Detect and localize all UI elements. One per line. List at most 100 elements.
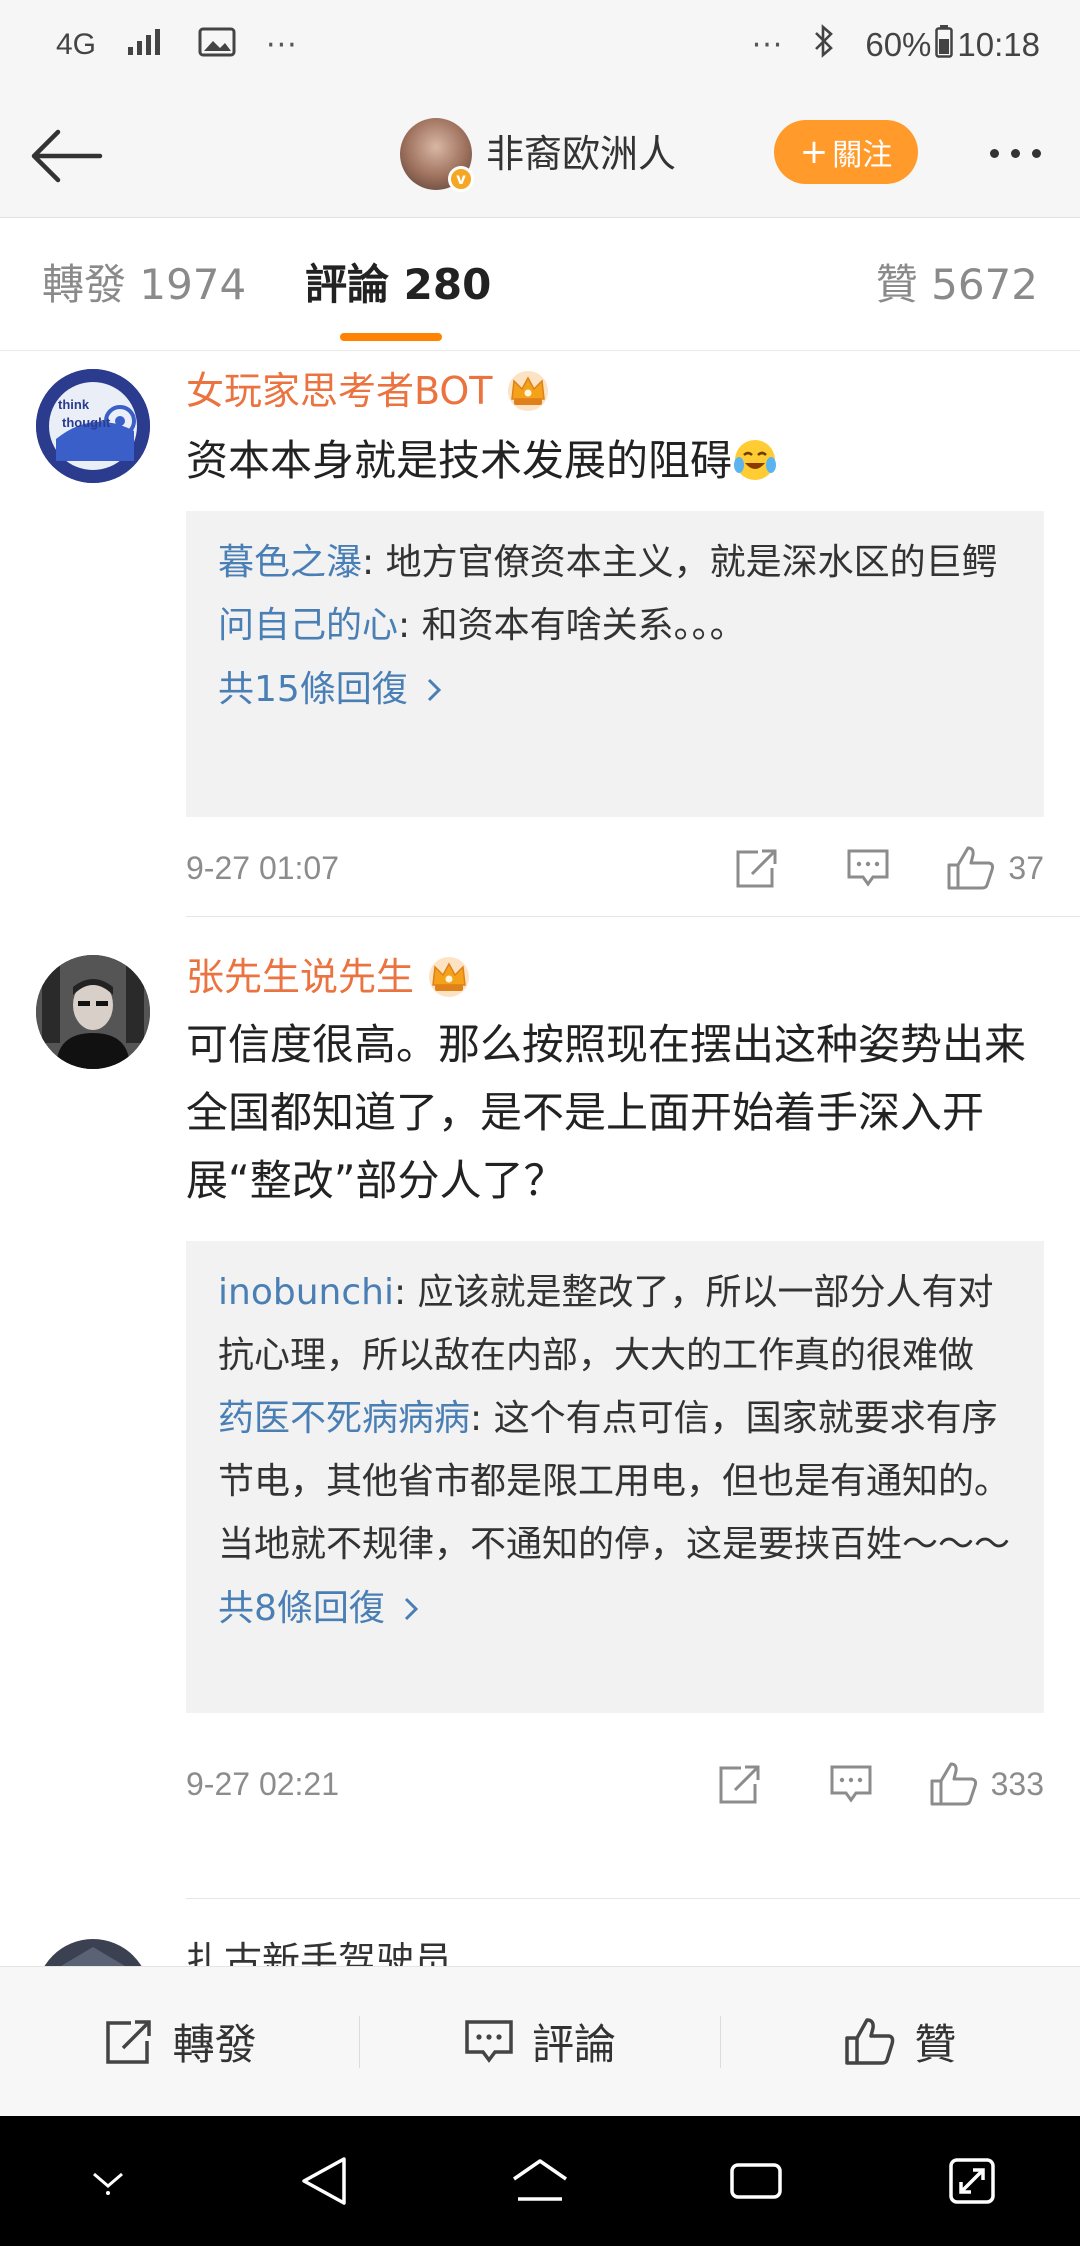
thumbs-up-icon — [930, 1762, 977, 1806]
status-left: 4G ··· — [56, 26, 298, 65]
comment-item: think thought 女玩家思考者BOT 资本本身就是技术发展的阻碍 暮色… — [0, 351, 1080, 917]
signal-icon — [126, 26, 168, 65]
reply-text: : 地方官僚资本主义，就是深水区的巨鳄 — [362, 542, 998, 583]
rotate-screen-icon — [949, 2158, 995, 2204]
share-button[interactable] — [734, 846, 780, 890]
like-button[interactable]: 37 — [946, 845, 1044, 891]
share-icon — [719, 1765, 760, 1804]
more-dot-icon — [1010, 148, 1020, 158]
logo-text-thought: thought — [62, 415, 111, 430]
comment-text-row: 资本本身就是技术发展的阻碍 — [186, 427, 1046, 495]
nav-back-button[interactable] — [279, 2136, 369, 2226]
commenter-name[interactable]: 女玩家思考者BOT — [186, 365, 493, 417]
comment-time: 9-27 01:07 — [186, 849, 340, 886]
comment-meta: 9-27 01:07 37 — [186, 833, 1044, 903]
more-replies-link[interactable]: 共8條回復 — [218, 1578, 1014, 1640]
system-nav-bar — [0, 2116, 1080, 2246]
status-overflow-right: ··· — [751, 27, 784, 63]
commenter-name[interactable]: 张先生说先生 — [186, 951, 414, 1003]
comment-icon — [830, 1765, 872, 1803]
reply-box: inobunchi: 应该就是整改了，所以一部分人有对抗心理，所以敌在内部，大大… — [186, 1241, 1044, 1713]
follow-button[interactable]: + 關注 — [774, 120, 918, 184]
reply-item[interactable]: 暮色之瀑: 地方官僚资本主义，就是深水区的巨鳄 — [218, 531, 1014, 594]
chevron-down-icon — [93, 2172, 123, 2195]
repost-button[interactable]: 轉發 — [0, 1967, 359, 2116]
commenter-name[interactable]: 扎古新手驾驶员 — [186, 1935, 452, 1966]
header: v 非裔欧洲人 + 關注 — [0, 90, 1080, 218]
repost-label: 轉發 — [172, 2020, 257, 2069]
commenter-avatar[interactable] — [36, 955, 150, 1069]
reply-text: : 和资本有啥关系。。。 — [398, 605, 746, 646]
think-thought-logo-icon: think thought — [36, 369, 150, 483]
commenter-name-row: 女玩家思考者BOT — [186, 365, 553, 417]
comment-button[interactable]: 評論 — [360, 1967, 719, 2116]
person-photo-icon — [36, 955, 150, 1069]
chevron-right-icon — [404, 1597, 419, 1621]
share-button[interactable] — [717, 1762, 763, 1806]
more-dot-icon — [1031, 148, 1041, 158]
thumbs-up-icon — [845, 2017, 895, 2065]
more-replies-link[interactable]: 共15條回復 — [218, 659, 1014, 721]
like-count: 333 — [990, 1765, 1044, 1802]
thumbs-up-icon — [947, 846, 995, 890]
home-icon — [513, 2159, 567, 2201]
commenter-name-row: 张先生说先生 — [186, 951, 474, 1003]
like-label: 贊 — [914, 2020, 957, 2069]
reply-author[interactable]: 药医不死病病病 — [218, 1398, 470, 1439]
comment-label: 評論 — [531, 2020, 616, 2069]
comment-actions: 37 — [734, 845, 1044, 891]
reply-author[interactable]: 暮色之瀑 — [218, 542, 362, 583]
more-replies-label: 共8條回復 — [218, 1588, 385, 1629]
vip-crown-icon — [429, 957, 470, 997]
reply-author[interactable]: 问自己的心 — [218, 605, 398, 646]
more-options-button[interactable] — [975, 130, 1055, 176]
user-name[interactable]: 非裔欧洲人 — [486, 122, 676, 186]
back-button[interactable] — [28, 118, 104, 194]
plus-icon: + — [799, 132, 829, 172]
commenter-avatar[interactable]: think thought — [36, 369, 150, 483]
reply-button[interactable] — [829, 1763, 873, 1805]
tab-likes[interactable]: 贊 5672 — [876, 257, 1038, 313]
comment-item: 张先生说先生 可信度很高。那么按照现在摆出这种姿势出来全国都知道了，是不是上面开… — [0, 917, 1080, 1899]
crying-laughing-emoji-icon — [734, 440, 777, 480]
comment-item: 扎古新手驾驶员 — [0, 1899, 1080, 1966]
comment-icon — [847, 849, 889, 887]
share-icon — [736, 849, 777, 888]
follow-label: 關注 — [832, 138, 893, 173]
tab-active-indicator — [340, 333, 442, 341]
comment-meta: 9-27 02:21 333 — [186, 1749, 1044, 1819]
comment-actions: 333 — [717, 1761, 1044, 1807]
tab-comments[interactable]: 評論 280 — [305, 257, 491, 313]
more-dot-icon — [989, 148, 999, 158]
battery-group: 60% 10:18 — [865, 24, 1040, 66]
commenter-avatar[interactable] — [36, 1939, 150, 1966]
reply-item[interactable]: inobunchi: 应该就是整改了，所以一部分人有对抗心理，所以敌在内部，大大… — [218, 1261, 1014, 1387]
back-triangle-icon — [302, 2157, 346, 2205]
reply-item[interactable]: 药医不死病病病: 这个有点可信，国家就要求有序节电，其他省市都是限工用电，但也是… — [218, 1387, 1014, 1576]
vip-crown-icon — [507, 371, 548, 411]
logo-text-think: think — [58, 397, 90, 412]
reply-item[interactable]: 问自己的心: 和资本有啥关系。。。 — [218, 594, 1014, 657]
verified-badge-icon: v — [448, 166, 474, 192]
status-bar: 4G ··· ··· 60% 10:18 — [0, 0, 1080, 90]
battery-percent: 60% — [865, 26, 932, 63]
like-button[interactable]: 333 — [929, 1761, 1044, 1807]
nav-recents-button[interactable] — [711, 2136, 801, 2226]
reply-button[interactable] — [846, 847, 890, 889]
tab-repost[interactable]: 轉發 1974 — [42, 257, 246, 313]
chevron-right-icon — [427, 678, 441, 702]
commenter-name-row: 扎古新手驾驶员 — [186, 1935, 452, 1966]
recents-icon — [730, 2163, 782, 2199]
battery-icon — [935, 24, 954, 66]
bottom-action-bar: 轉發 評論 贊 — [0, 1966, 1080, 2116]
image-icon — [198, 26, 236, 65]
nav-hide-button[interactable] — [63, 2136, 153, 2226]
nav-home-button[interactable] — [495, 2136, 585, 2226]
comment-text: 资本本身就是技术发展的阻碍 — [186, 436, 733, 485]
clock: 10:18 — [957, 26, 1040, 63]
status-right: ··· 60% 10:18 — [752, 24, 1040, 66]
reply-author[interactable]: inobunchi — [218, 1272, 394, 1313]
status-overflow-left: ··· — [266, 27, 298, 63]
nav-rotate-button[interactable] — [927, 2136, 1017, 2226]
like-post-button[interactable]: 贊 — [721, 1967, 1080, 2116]
